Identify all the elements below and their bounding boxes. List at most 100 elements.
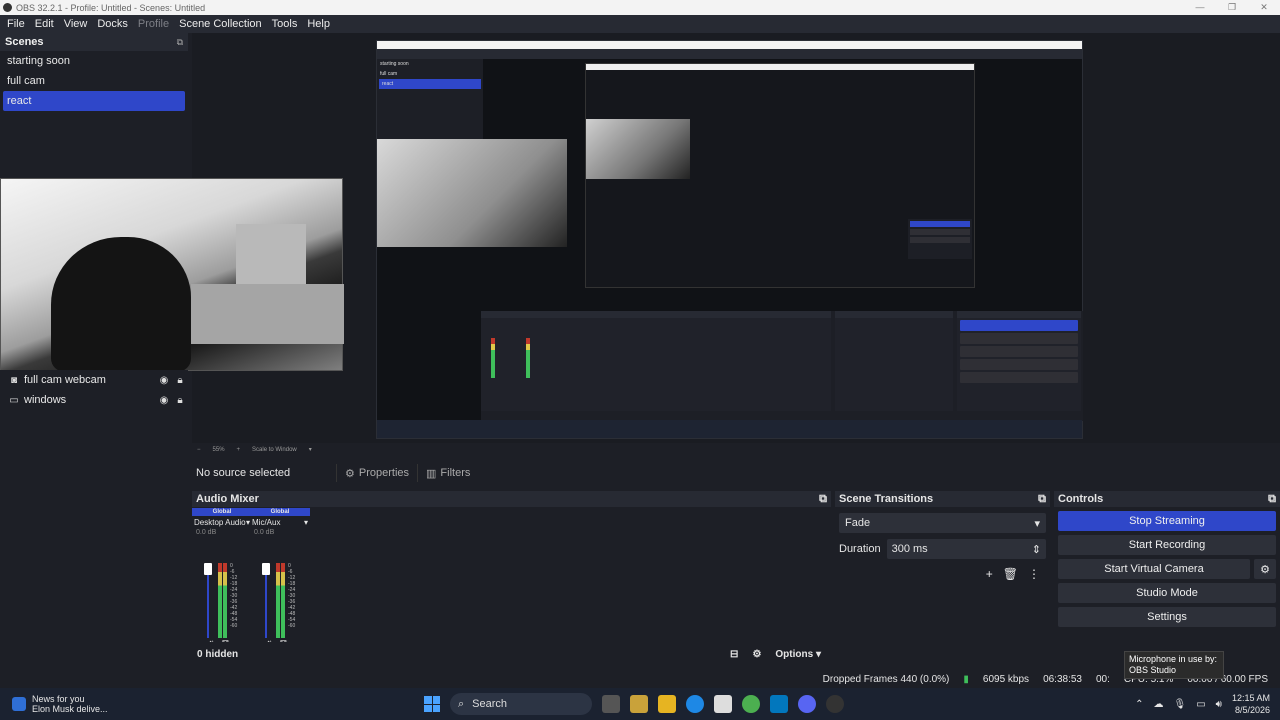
scene-transitions-dock: Scene Transitions ⧉ Fade ▾ Duration 300 ms… [835, 491, 1050, 666]
visibility-eye-icon[interactable]: ◉ [156, 395, 172, 406]
news-icon [12, 697, 26, 711]
edge-icon[interactable] [686, 695, 704, 713]
camera-icon: ◙ [10, 374, 18, 386]
undock-icon[interactable]: ⧉ [1038, 493, 1046, 506]
scene-item-full-cam[interactable]: full cam [0, 71, 188, 91]
undock-icon[interactable]: ⧉ [1268, 493, 1276, 506]
captured-bottom-panels [481, 311, 1083, 421]
nested-control-2 [910, 229, 970, 235]
spin-arrows-icon[interactable]: ⇕ [1032, 543, 1041, 556]
obs-icon[interactable] [826, 695, 844, 713]
window-icon: ▭ [9, 394, 19, 406]
menu-profile[interactable]: Profile [133, 18, 174, 30]
volume-icon[interactable]: 🔊︎ [1216, 699, 1222, 710]
cloud-icon[interactable]: ☁ [1154, 699, 1164, 710]
webcam-source-image[interactable] [0, 178, 344, 372]
undock-icon[interactable]: ⧉ [177, 37, 183, 48]
zoom-out-icon[interactable]: − [197, 447, 201, 453]
mixer-settings-icon[interactable]: ⚙ [752, 649, 761, 660]
scenes-title: Scenes [5, 36, 44, 48]
captured-menu-bar [377, 49, 1082, 59]
menu-docks[interactable]: Docks [92, 18, 133, 30]
source-item-full-cam-webcam[interactable]: ◙ full cam webcam ◉ 🔒︎ [0, 370, 188, 390]
network-icon[interactable]: ▭ [1196, 699, 1205, 710]
menu-edit[interactable]: Edit [30, 18, 59, 30]
close-button[interactable]: ✕ [1248, 0, 1280, 15]
hidden-count[interactable]: 0 hidden [197, 649, 238, 660]
more-options-icon[interactable]: ⋮ [1028, 567, 1040, 581]
layout-icon[interactable]: ⊟ [730, 649, 738, 660]
mixer-channel-desktop-audio: Global Desktop Audio ▾ 0.0 dB 0 -6 -12 -18 -2… [192, 508, 252, 648]
captured-audio-mixer [481, 311, 831, 411]
copilot-icon[interactable] [630, 695, 648, 713]
virtual-camera-settings-icon[interactable]: ⚙ [1254, 559, 1276, 579]
microphone-icon[interactable]: 🎙︎ [1174, 699, 1187, 710]
photos-icon[interactable] [770, 695, 788, 713]
settings-button[interactable]: Settings [1058, 607, 1276, 627]
properties-button[interactable]: ⚙ Properties [336, 464, 417, 482]
nested-webcam-image [586, 119, 690, 179]
transitions-header: Scene Transitions ⧉ [835, 491, 1050, 507]
clock[interactable]: 12:15 AM 8/5/2026 [1232, 692, 1270, 716]
chevron-up-icon[interactable]: ⌃ [1135, 699, 1143, 710]
zoom-mode-select[interactable]: Scale to Window [252, 447, 297, 453]
add-transition-icon[interactable]: + [986, 567, 993, 581]
discord-icon[interactable] [798, 695, 816, 713]
undock-icon[interactable]: ⧉ [819, 493, 827, 506]
delete-transition-icon[interactable]: 🗑︎ [1003, 567, 1018, 581]
menu-tools[interactable]: Tools [267, 18, 303, 30]
scene-item-starting-soon[interactable]: starting soon [0, 51, 188, 71]
sources-list: ◙ full cam webcam ◉ 🔒︎ ▭ windows ◉ 🔒︎ [0, 370, 188, 440]
webcam-bed [191, 284, 344, 344]
start-button[interactable] [424, 696, 440, 712]
visibility-eye-icon[interactable]: ◉ [156, 375, 172, 386]
scene-item-react[interactable]: react [3, 91, 185, 111]
captured-scenes-list: starting soon full cam react [377, 59, 483, 139]
chevron-down-icon[interactable]: ▾ [309, 446, 312, 453]
gear-icon: ⚙ [345, 467, 355, 480]
captured-meter-2 [526, 338, 530, 378]
stream-time: 06:38:53 [1043, 673, 1082, 685]
file-explorer-icon[interactable] [658, 695, 676, 713]
store-icon[interactable] [714, 695, 732, 713]
channel-level: 0.0 dB [196, 529, 217, 536]
mixer-footer: 0 hidden ⊟ ⚙ Options ▾ [192, 642, 831, 666]
start-recording-button[interactable]: Start Recording [1058, 535, 1276, 555]
task-view-icon[interactable] [602, 695, 620, 713]
filter-icon: ▥ [426, 467, 437, 480]
chrome-icon[interactable] [742, 695, 760, 713]
lock-icon[interactable]: 🔒︎ [172, 375, 188, 386]
menu-view[interactable]: View [59, 18, 93, 30]
webcam-person [51, 237, 191, 372]
fader-handle[interactable] [204, 563, 212, 575]
menu-help[interactable]: Help [302, 18, 335, 30]
chevron-down-icon[interactable]: ▾ [304, 518, 308, 527]
captured-control-1 [960, 320, 1078, 331]
minimize-button[interactable]: — [1184, 0, 1216, 15]
captured-scene-react: react [379, 79, 481, 89]
source-item-windows[interactable]: ▭ windows ◉ 🔒︎ [0, 390, 188, 410]
system-tray: ⌃ ☁ 🎙︎ ▭ 🔊︎ 12:15 AM 8/5/2026 [1135, 688, 1270, 720]
filters-label: Filters [440, 467, 471, 479]
news-subtitle: Elon Musk delive... [32, 704, 108, 714]
lock-icon[interactable]: 🔒︎ [172, 395, 188, 406]
filters-button[interactable]: ▥ Filters [417, 464, 478, 482]
audio-mixer-dock: Audio Mixer ⧉ Global Desktop Audio ▾ 0.0 d… [192, 491, 831, 666]
news-widget[interactable]: News for you Elon Musk delive... [0, 694, 400, 714]
mixer-channel-mic-aux: Global Mic/Aux ▾ 0.0 dB 0 -6 -12 -18 -24 -30 -3… [250, 508, 310, 648]
fader-handle[interactable] [262, 563, 270, 575]
menu-scene-collection[interactable]: Scene Collection [174, 18, 267, 30]
options-button[interactable]: Options ▾ [775, 649, 821, 660]
stop-streaming-button[interactable]: Stop Streaming [1058, 511, 1276, 531]
studio-mode-button[interactable]: Studio Mode [1058, 583, 1276, 603]
obs-logo-icon [3, 3, 12, 12]
zoom-in-icon[interactable]: + [237, 447, 241, 453]
signal-icon: ▮ [963, 673, 969, 685]
captured-transitions [835, 311, 953, 411]
menu-file[interactable]: File [2, 18, 30, 30]
transition-select[interactable]: Fade ▾ [839, 513, 1046, 533]
taskbar-search[interactable]: ⌕ Search [450, 693, 592, 715]
maximize-button[interactable]: ❐ [1216, 0, 1248, 15]
duration-spinbox[interactable]: 300 ms ⇕ [886, 539, 1046, 559]
start-virtual-camera-button[interactable]: Start Virtual Camera [1058, 559, 1250, 579]
